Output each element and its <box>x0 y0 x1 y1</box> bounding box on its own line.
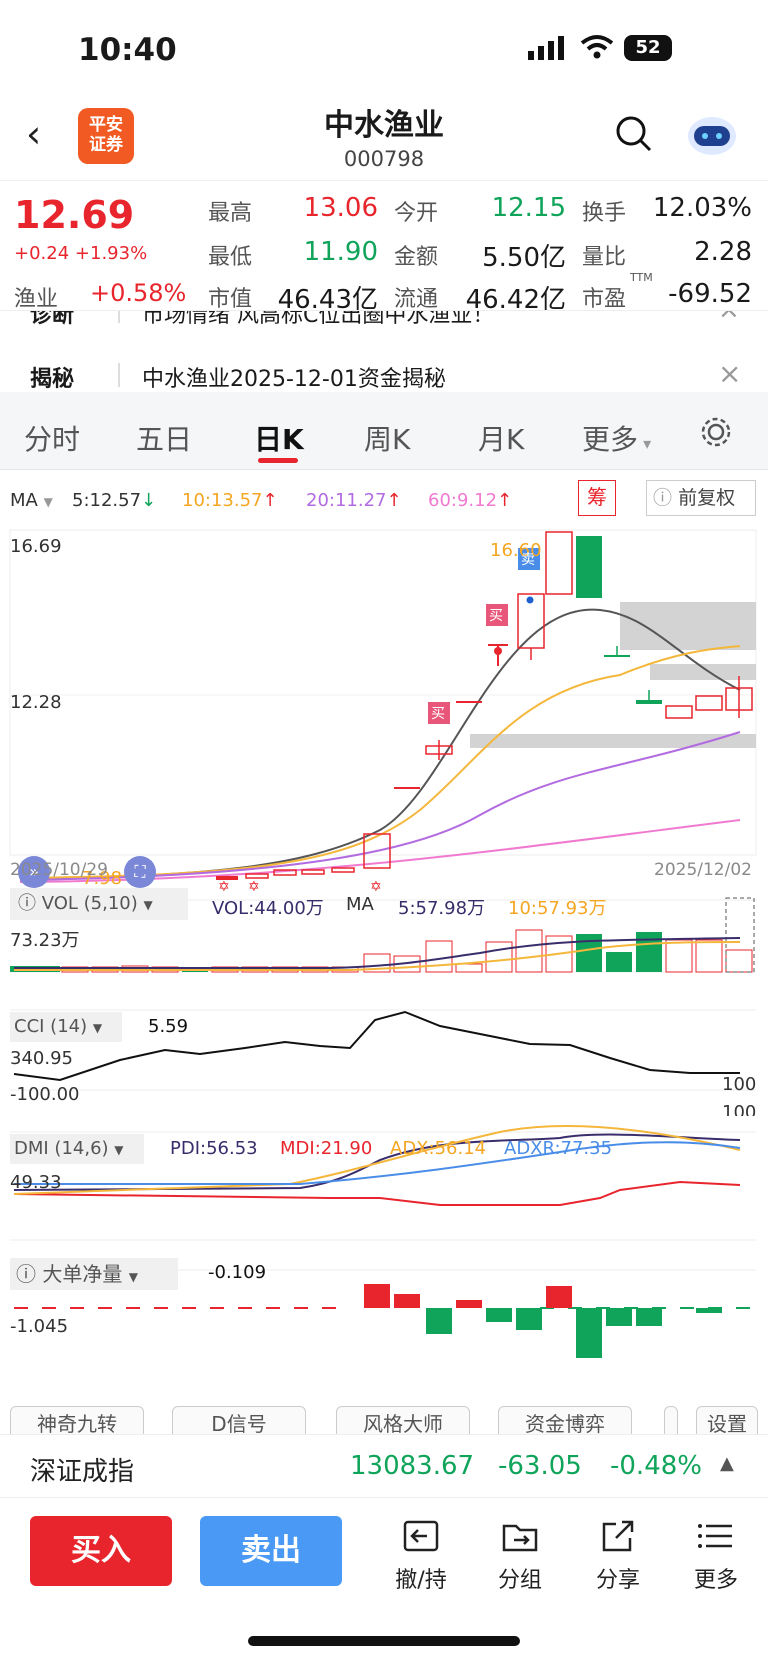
vol-selector[interactable]: ⓘ VOL (5,10) ▼ <box>10 888 188 920</box>
dmi-pdi: PDI:56.53 <box>170 1138 258 1159</box>
cancel-hold-button[interactable]: 撤/持 <box>381 1516 461 1594</box>
index-ticker[interactable]: 深证成指 13083.67 -63.05 -0.48% ▲ <box>0 1434 768 1498</box>
high-value: 13.06 <box>303 193 378 223</box>
robot-assistant-icon[interactable] <box>684 110 740 158</box>
y-max-label: 16.69 <box>10 536 62 557</box>
volume-ratio-value: 2.28 <box>694 237 752 267</box>
expand-icon[interactable]: ⛶ <box>124 856 156 888</box>
group-button[interactable]: 分组 <box>480 1516 560 1594</box>
float-cap-label: 流通 <box>394 287 439 312</box>
zone-1 <box>620 602 756 650</box>
high-label: 最高 <box>208 201 253 226</box>
vol-ma-label: MA <box>346 894 374 915</box>
cci-value: 5.59 <box>148 1016 189 1037</box>
price-change: +0.24 +1.93% <box>14 243 148 264</box>
zone-2 <box>650 664 756 680</box>
low-value: 11.90 <box>303 237 378 267</box>
date-end: 2025/12/02 <box>654 860 752 880</box>
period-tabs: 分时 五日 日K 周K 月K 更多 ▾ <box>0 392 768 470</box>
menu-icon <box>698 1524 732 1548</box>
big-order-selector[interactable]: ⓘ 大单净量 ▼ <box>10 1258 178 1290</box>
big-order-value: -0.109 <box>208 1262 267 1283</box>
folder-icon <box>502 1524 538 1552</box>
notice-area: 诊断 市场情绪 风高标C位出圈中水渔业！ × 揭秘 中水渔业2025-12-01… <box>0 310 768 392</box>
dmi-mdi: MDI:21.90 <box>280 1138 373 1159</box>
big-order-bars <box>14 1284 756 1358</box>
mdi-line <box>13 1180 741 1206</box>
svg-text:✡: ✡ <box>248 879 260 895</box>
share-button[interactable]: 分享 <box>578 1516 658 1594</box>
dmi-ymid: 49.33 <box>10 1172 62 1193</box>
sell-marker-label: 卖 <box>521 552 535 568</box>
svg-text:✡: ✡ <box>218 879 230 895</box>
date-start: 2025/10/29 <box>10 860 108 880</box>
tab-intraday[interactable]: 分时 <box>24 418 80 458</box>
active-tab-indicator <box>258 458 298 463</box>
amount-value: 5.50亿 <box>482 243 566 273</box>
tab-weekly-k[interactable]: 周K <box>364 418 410 458</box>
cci-ref-100: 100 <box>722 1074 757 1095</box>
close-icon[interactable]: × <box>718 357 741 390</box>
dmi-adx: ADX:56.14 <box>390 1138 487 1159</box>
tab-five-day[interactable]: 五日 <box>136 418 192 458</box>
sector-change: +0.58% <box>90 279 187 307</box>
vol-ymax: 73.23万 <box>10 930 80 951</box>
turnover-value: 12.03% <box>652 193 752 223</box>
sell-button[interactable]: 卖出 <box>200 1516 342 1586</box>
battery-icon: 52 <box>624 35 672 61</box>
big-order-ylow: -1.045 <box>10 1316 69 1337</box>
svg-text:✡: ✡ <box>370 879 382 895</box>
cci-ref-100b: 100 <box>722 1102 757 1116</box>
signal-icon <box>528 36 564 60</box>
wifi-icon <box>580 35 614 59</box>
cci-top: 340.95 <box>10 1048 73 1069</box>
low-label: 最低 <box>208 245 253 270</box>
dmi-selector[interactable]: DMI (14,6) ▼ <box>10 1134 144 1164</box>
more-button[interactable]: 更多 <box>676 1516 756 1594</box>
open-value: 12.15 <box>491 193 566 223</box>
settings-gear-icon[interactable] <box>698 414 734 450</box>
cancel-hold-icon <box>403 1520 439 1552</box>
open-label: 今开 <box>394 201 439 226</box>
index-pct: -0.48% <box>610 1451 702 1481</box>
pe-value: -69.52 <box>668 279 752 309</box>
dmi-adxr: ADXR:77.35 <box>504 1138 613 1159</box>
status-bar: 10:40 52 <box>0 0 768 100</box>
buy-marker-label: 买 <box>431 706 445 722</box>
buy-button[interactable]: 买入 <box>30 1516 172 1586</box>
vol-value: VOL:44.00万 <box>212 898 324 919</box>
pe-label: 市盈 <box>582 287 627 312</box>
tab-daily-k[interactable]: 日K <box>254 418 304 458</box>
search-icon[interactable] <box>614 114 654 154</box>
index-name: 深证成指 <box>30 1457 135 1487</box>
index-change: -63.05 <box>498 1451 582 1481</box>
tab-monthly-k[interactable]: 月K <box>478 418 524 458</box>
status-time: 10:40 <box>78 32 177 68</box>
amount-label: 金额 <box>394 245 439 270</box>
ma20-line <box>19 731 741 881</box>
chart-area: MA ▼ 5:12.57↓ 10:13.57↑ 20:11.27↑ 60:9.1… <box>0 470 768 1430</box>
volume-ratio-label: 量比 <box>582 245 627 270</box>
home-indicator <box>248 1636 520 1646</box>
vol-ma10: 10:57.93万 <box>508 898 607 919</box>
sector-label[interactable]: 渔业 <box>14 281 58 313</box>
cci-low: -100.00 <box>10 1084 80 1105</box>
share-icon <box>602 1520 634 1552</box>
current-price: 12.69 <box>14 193 135 237</box>
y-mid-label: 12.28 <box>10 692 62 713</box>
vol-ma5: 5:57.98万 <box>398 898 486 919</box>
buy-marker-label-2: 买 <box>489 608 503 624</box>
quote-panel: 12.69 +0.24 +1.93% 渔业 +0.58% 最高 13.06 今开… <box>0 180 768 315</box>
close-icon: × <box>718 310 740 325</box>
market-cap-label: 市值 <box>208 287 253 312</box>
expand-up-icon[interactable]: ▲ <box>720 1453 734 1474</box>
index-value: 13083.67 <box>350 1451 475 1481</box>
cci-selector[interactable]: CCI (14) ▼ <box>10 1012 122 1042</box>
tab-more[interactable]: 更多 ▾ <box>582 418 651 458</box>
cci-line <box>13 1010 740 1082</box>
turnover-label: 换手 <box>582 201 627 226</box>
